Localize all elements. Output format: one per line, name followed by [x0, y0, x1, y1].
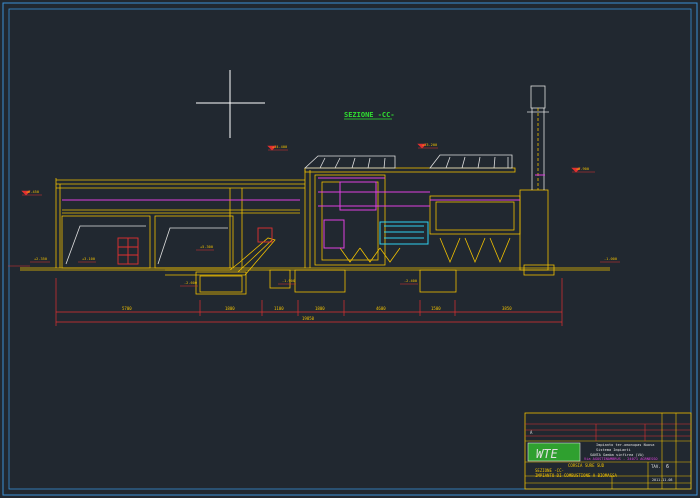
elevation-label: +6.450 [26, 190, 39, 194]
dim-segment: 1100 [274, 306, 284, 311]
building-section [20, 167, 610, 295]
title-line: IMPIANTO DI COMBUSTIONE A BIOMASSA [535, 473, 617, 478]
title-line: CORSIA SURE SUD [568, 463, 605, 468]
dim-total: 19850 [302, 316, 315, 321]
elevation-label: +3.100 [82, 257, 95, 261]
dim-segment: 1800 [225, 306, 235, 311]
elevation-label: +2.350 [34, 257, 47, 261]
title-line: Sistema Impianti [596, 448, 631, 452]
elevation-label: +14.400 [272, 145, 287, 149]
elevation-label: +13.200 [422, 143, 437, 147]
combustion-chamber [379, 221, 429, 245]
sheet-number: 6 [666, 464, 669, 470]
roof-fan-units [65, 154, 513, 265]
cad-drawing-canvas[interactable]: SEZIONE -CC- 5700 1800 1100 1800 4600 15… [0, 0, 700, 498]
title-line: Impianto ter-omonupas Nuova [596, 443, 654, 447]
dim-segment: 1500 [431, 306, 441, 311]
revision-mark: A [530, 430, 533, 435]
elevation-label: -2.600 [184, 281, 197, 285]
elevation-label: -1.900 [282, 279, 295, 283]
outer-border [2, 2, 698, 496]
dim-segment: 4600 [376, 306, 386, 311]
crosshair-cursor-icon [196, 70, 265, 138]
sheet-label: TAV. [651, 464, 661, 469]
dim-segment: 3850 [502, 306, 512, 311]
elevation-label: +5.300 [200, 245, 213, 249]
dim-segment: 1800 [315, 306, 325, 311]
inner-border [8, 8, 692, 490]
logo-text: WTE [536, 447, 558, 461]
section-title: SEZIONE -CC- [344, 111, 395, 119]
magenta-pipework [62, 174, 545, 249]
red-equipment [117, 227, 273, 265]
chimney-stack [527, 85, 549, 190]
title-line: Via AGOSTINAMBRUS - 24071 AGRNESSO [584, 457, 658, 461]
dim-segment: 5700 [122, 306, 132, 311]
elevation-label: -1.000 [604, 257, 617, 261]
elevation-label: -2.400 [404, 279, 417, 283]
drawing-date: 2011.11.08 [652, 478, 672, 482]
elevation-label: +8.900 [576, 167, 589, 171]
title-block: WTE A Impianto ter-omonupas Nuova Sistem… [524, 412, 692, 490]
dimension-texts: 5700 1800 1100 1800 4600 1500 3850 19850 [122, 306, 512, 321]
